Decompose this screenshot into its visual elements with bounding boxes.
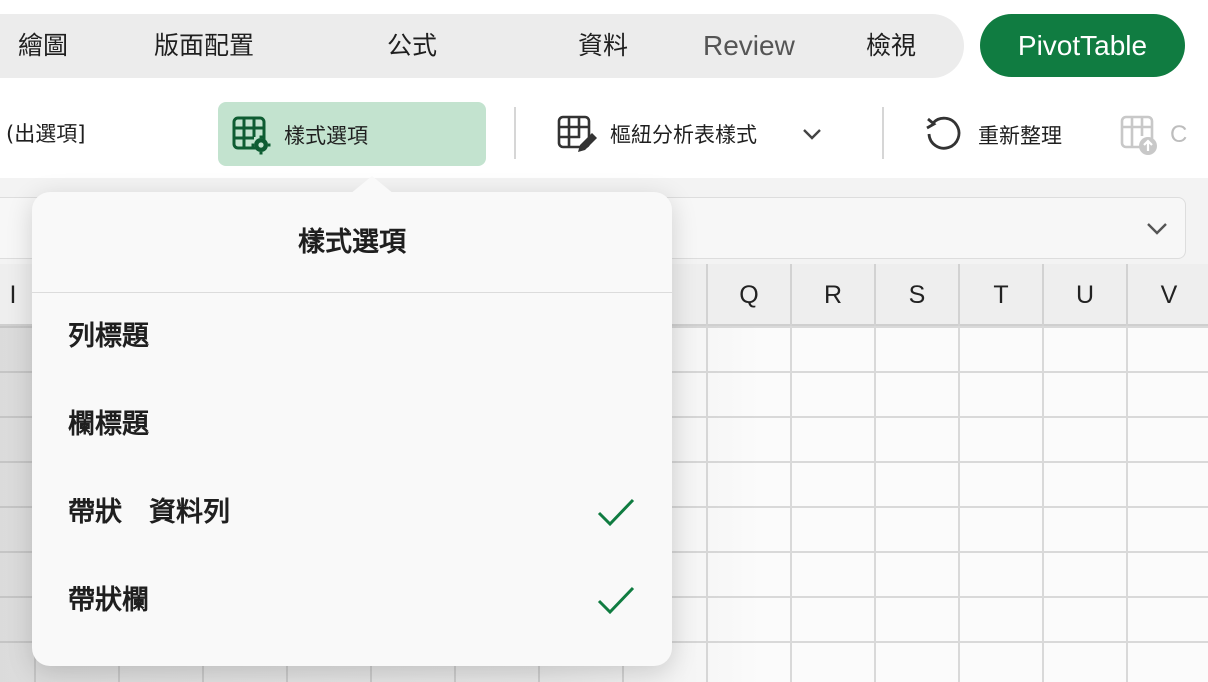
refresh-label: 重新整理	[978, 124, 1062, 148]
column-header[interactable]: V	[1126, 264, 1208, 326]
ribbon-separator	[514, 107, 516, 159]
checkmark-icon	[596, 584, 636, 618]
tab-bar: 繪圖 版面配置 公式 資料 Review 檢視 PivotTable	[0, 0, 1208, 92]
refresh-button[interactable]: 重新整理	[922, 114, 1062, 156]
tab-review[interactable]: Review	[703, 14, 795, 78]
tab-pivot-table[interactable]: PivotTable	[980, 14, 1185, 77]
option-row-headers[interactable]: 列標題	[32, 293, 672, 381]
option-label: 帶狀欄	[68, 585, 149, 616]
table-upload-icon	[1120, 114, 1162, 156]
column-header[interactable]: U	[1042, 264, 1126, 326]
option-banded-rows[interactable]: 帶狀 資料列	[32, 469, 672, 557]
ribbon: (出選項] 樣式選項 樞紐分析表樣式 重新整理 C	[0, 92, 1208, 178]
column-header[interactable]: I	[0, 264, 30, 326]
chevron-down-icon[interactable]	[801, 123, 823, 145]
table-gear-icon	[232, 115, 272, 159]
table-pencil-icon	[556, 114, 598, 154]
tab-page-layout[interactable]: 版面配置	[154, 14, 254, 78]
option-label: 列標題	[68, 321, 149, 352]
tab-draw[interactable]: 繪圖	[18, 14, 68, 78]
style-options-button[interactable]: 樣式選項	[218, 102, 486, 166]
chevron-down-icon[interactable]	[1143, 214, 1171, 242]
tab-data[interactable]: 資料	[578, 14, 628, 78]
option-label: 欄標題	[68, 409, 149, 440]
tab-view[interactable]: 檢視	[866, 14, 916, 78]
checkmark-icon	[596, 496, 636, 530]
column-header[interactable]: T	[958, 264, 1042, 326]
tab-bar-background	[0, 14, 964, 78]
option-label: 帶狀 資料列	[68, 497, 230, 528]
column-header[interactable]: Q	[706, 264, 790, 326]
tab-formulas[interactable]: 公式	[387, 14, 437, 78]
column-header[interactable]: S	[874, 264, 958, 326]
refresh-icon	[922, 114, 964, 156]
option-column-headers[interactable]: 欄標題	[32, 381, 672, 469]
pivot-styles-label: 樞紐分析表樣式	[610, 123, 757, 147]
show-options-button[interactable]: (出選項]	[6, 118, 85, 148]
change-data-source-label: C	[1170, 121, 1188, 148]
option-banded-columns[interactable]: 帶狀欄	[32, 557, 672, 645]
style-options-popover: 樣式選項 列標題 欄標題 帶狀 資料列 帶狀欄	[32, 176, 672, 666]
column-header[interactable]: R	[790, 264, 874, 326]
pivot-styles-button[interactable]: 樞紐分析表樣式	[556, 114, 823, 154]
show-options-label: (出選項]	[6, 122, 86, 146]
ribbon-separator	[882, 107, 884, 159]
popover-title: 樣式選項	[298, 227, 406, 258]
change-data-source-button[interactable]: C	[1120, 114, 1187, 156]
style-options-label: 樣式選項	[284, 124, 368, 148]
popover-arrow	[350, 176, 394, 194]
